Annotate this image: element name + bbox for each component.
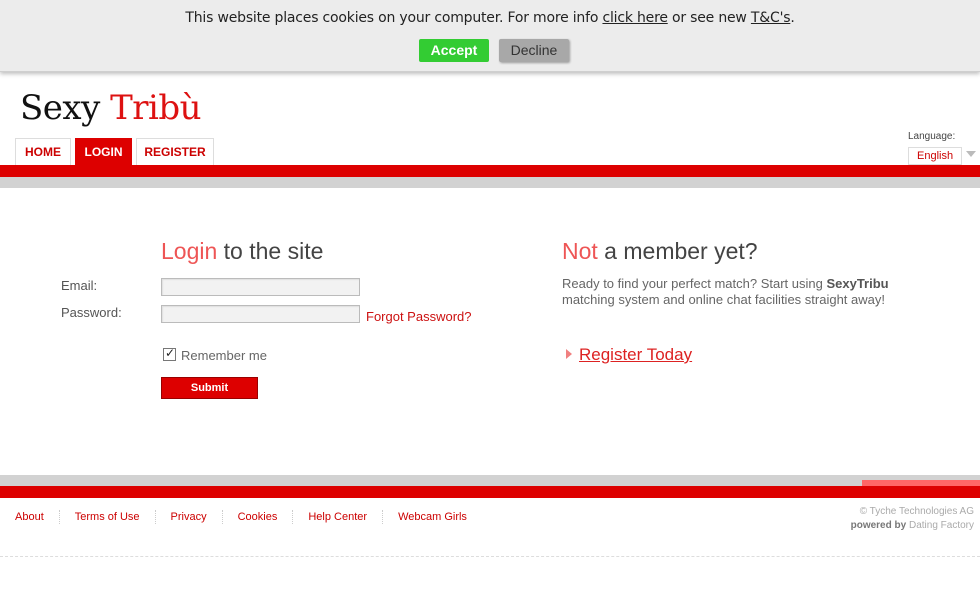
arrow-right-icon <box>566 349 572 359</box>
header-grey-band <box>0 177 980 188</box>
language-label: Language: <box>908 131 956 142</box>
cookie-click-here-link[interactable]: click here <box>602 10 667 26</box>
member-description: Ready to find your perfect match? Start … <box>562 276 892 308</box>
submit-button[interactable]: Submit <box>161 377 258 399</box>
cookie-message: This website places cookies on your comp… <box>0 10 980 26</box>
footer-credits: © Tyche Technologies AG powered by Datin… <box>851 505 974 533</box>
powered-line: powered by Dating Factory <box>851 519 974 533</box>
cookie-text-middle: or see new <box>667 10 751 26</box>
site-logo[interactable]: Sexy Tribù <box>20 88 202 128</box>
nav-tab-register[interactable]: REGISTER <box>136 138 214 166</box>
remember-me-checkbox[interactable]: ✓ <box>163 346 176 361</box>
email-field[interactable] <box>161 278 360 296</box>
login-heading-rest: to the site <box>217 238 324 264</box>
remember-me-label: Remember me <box>181 348 267 363</box>
footer-separator <box>292 510 294 524</box>
footer-red-band <box>0 486 980 498</box>
logo-text-tribu: Tribù <box>110 88 202 128</box>
footer-grey-band <box>0 475 980 486</box>
email-label: Email: <box>61 278 98 293</box>
footer-link-webcam-girls[interactable]: Webcam Girls <box>398 511 467 523</box>
cookie-banner: This website places cookies on your comp… <box>0 0 980 72</box>
nav-tab-login[interactable]: LOGIN <box>75 138 132 166</box>
copyright-icon: © <box>859 506 868 517</box>
footer-link-privacy[interactable]: Privacy <box>171 511 207 523</box>
member-text-after: matching system and online chat faciliti… <box>562 292 885 307</box>
footer-link-terms[interactable]: Terms of Use <box>75 511 140 523</box>
member-brand: SexyTribu <box>826 276 889 291</box>
terms-conditions-link[interactable]: T&C's <box>751 10 791 26</box>
chevron-down-icon[interactable] <box>966 151 976 157</box>
register-today-link[interactable]: Register Today <box>579 345 692 365</box>
member-heading: Not a member yet? <box>562 238 758 265</box>
password-label: Password: <box>61 305 122 320</box>
footer-separator <box>58 510 60 524</box>
login-heading: Login to the site <box>161 238 323 265</box>
logo-text-sexy: Sexy <box>20 88 111 128</box>
footer-link-about[interactable]: About <box>15 511 44 523</box>
copyright-line: © Tyche Technologies AG <box>851 505 974 519</box>
header-red-band <box>0 165 980 177</box>
footer-link-cookies[interactable]: Cookies <box>238 511 278 523</box>
nav-tab-home[interactable]: HOME <box>15 138 71 166</box>
member-heading-highlight: Not <box>562 238 598 264</box>
password-field[interactable] <box>161 305 360 323</box>
member-heading-rest: a member yet? <box>597 238 758 264</box>
language-select[interactable]: English <box>908 147 962 165</box>
footer-links: About Terms of Use Privacy Cookies Help Cent… <box>15 510 467 524</box>
accept-cookies-button[interactable]: Accept <box>419 39 489 62</box>
company-link[interactable]: Tyche Technologies AG <box>870 506 974 517</box>
footer-link-help-center[interactable]: Help Center <box>308 511 367 523</box>
forgot-password-link[interactable]: Forgot Password? <box>366 309 472 324</box>
decline-cookies-button[interactable]: Decline <box>499 39 569 62</box>
footer-divider <box>0 556 980 557</box>
footer-separator <box>221 510 223 524</box>
cookie-text-after: . <box>790 10 795 26</box>
powered-by-link[interactable]: Dating Factory <box>909 520 974 531</box>
footer-separator <box>382 510 384 524</box>
cookie-text-before: This website places cookies on your comp… <box>185 10 603 26</box>
footer-separator <box>154 510 156 524</box>
checkmark-icon: ✓ <box>165 346 176 360</box>
powered-by-label: powered by <box>850 520 907 531</box>
member-text-before: Ready to find your perfect match? Start … <box>562 276 827 291</box>
login-heading-highlight: Login <box>161 238 218 264</box>
